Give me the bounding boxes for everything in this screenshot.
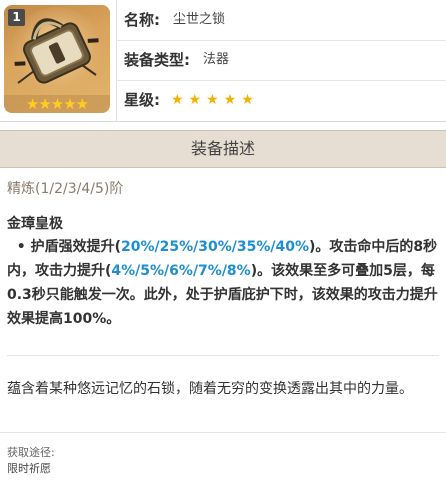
weapon-icon-cell: 1 ★★★★★ <box>0 0 117 121</box>
passive-values-2: 4%/5%/6%/7%/8% <box>111 263 251 279</box>
type-label: 装备类型: <box>124 51 190 69</box>
source-value: 限时祈愿 <box>7 462 51 475</box>
passive-values-1: 20%/25%/30%/35%/40% <box>120 239 309 255</box>
name-value: 尘世之锁 <box>173 12 226 27</box>
rarity-row: 星级: ★★★★★ <box>116 80 446 121</box>
name-row: 名称: 尘世之锁 <box>116 0 446 41</box>
passive-name: 金璋皇极 <box>7 216 63 232</box>
bullet: • <box>16 239 26 255</box>
passive-text-1: 护盾强效提升( <box>30 239 121 255</box>
description-header: 装备描述 <box>0 130 446 168</box>
source-label: 获取途径: <box>7 446 55 459</box>
divider <box>7 355 439 356</box>
rarity-label: 星级: <box>124 91 160 109</box>
weapon-info-table: 1 ★★★★★ 名称: 尘世之锁 装备类型: 法器 星级: ★★★★★ <box>0 0 446 122</box>
refinement-badge: 1 <box>8 9 25 26</box>
rarity-value: ★★★★★ <box>171 92 259 108</box>
passive-description: • 护盾强效提升(20%/25%/30%/35%/40%)。攻击命中后的8秒内，… <box>7 235 439 331</box>
divider <box>0 432 446 433</box>
refinement-title: 精炼(1/2/3/4/5)阶 <box>7 181 124 197</box>
type-row: 装备类型: 法器 <box>116 40 446 81</box>
weapon-icon: 1 ★★★★★ <box>4 5 110 113</box>
flavor-text: 蕴含着某种悠远记忆的石锁，随着无穷的变换透露出其中的力量。 <box>7 381 413 397</box>
name-label: 名称: <box>124 11 160 29</box>
rarity-stars: ★★★★★ <box>4 95 110 113</box>
type-value: 法器 <box>203 52 230 67</box>
